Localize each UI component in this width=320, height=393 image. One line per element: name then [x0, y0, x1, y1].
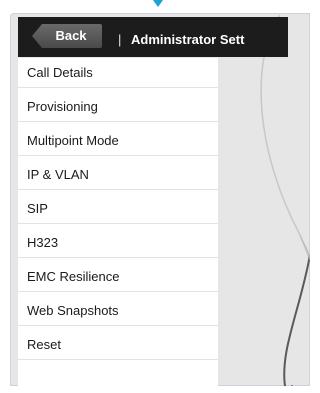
navigation-header: Back | Administrator Sett — [18, 17, 288, 57]
menu-item-h323[interactable]: H323 — [18, 228, 218, 258]
menu-item-web-snapshots[interactable]: Web Snapshots — [18, 296, 218, 326]
menu-item-reset[interactable]: Reset — [18, 330, 218, 360]
settings-menu: Call Details Provisioning Multipoint Mod… — [18, 58, 218, 393]
back-button[interactable]: Back — [32, 24, 102, 48]
header-separator: | — [118, 32, 122, 47]
settings-screen: Back | Administrator Sett Call Details P… — [0, 0, 310, 393]
menu-item-call-details[interactable]: Call Details — [18, 58, 218, 88]
menu-item-multipoint-mode[interactable]: Multipoint Mode — [18, 126, 218, 156]
menu-item-empty — [18, 364, 218, 393]
pointer-arrow-icon — [153, 0, 163, 7]
menu-item-sip[interactable]: SIP — [18, 194, 218, 224]
menu-item-provisioning[interactable]: Provisioning — [18, 92, 218, 122]
page-title: Administrator Sett — [131, 32, 245, 47]
menu-item-emc-resilience[interactable]: EMC Resilience — [18, 262, 218, 292]
menu-item-ip-vlan[interactable]: IP & VLAN — [18, 160, 218, 190]
